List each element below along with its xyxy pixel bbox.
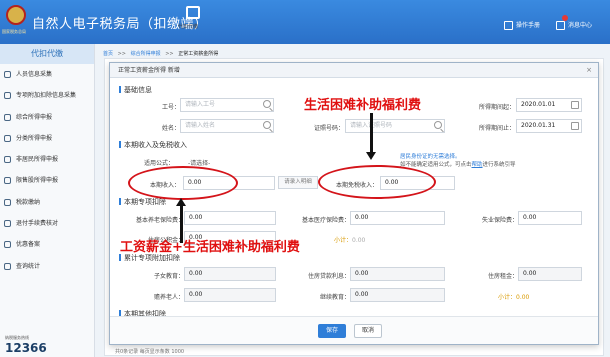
message-icon	[556, 21, 565, 30]
period-start-label: 所得期间起：	[478, 104, 515, 111]
gift-icon	[4, 241, 11, 249]
doc-icon	[4, 134, 11, 142]
sidebar-item-label: 综合所得申报	[16, 113, 53, 121]
annotation-top-text: 生活困难补助福利费	[304, 98, 422, 113]
name-input[interactable]: 请输入姓名	[180, 119, 274, 133]
cancel-button[interactable]: 取消	[354, 324, 382, 338]
sidebar-item-6[interactable]: 税款缴纳	[0, 192, 94, 213]
sidebar-item-2[interactable]: 综合所得申报	[0, 107, 94, 128]
work-id-label: 工号：	[161, 104, 180, 111]
search-icon[interactable]	[263, 100, 271, 108]
sidebar-item-label: 人员信息采集	[16, 71, 53, 78]
tax-emblem-icon	[6, 5, 26, 25]
sidebar-item-7[interactable]: 退付手续费核对	[0, 213, 94, 234]
dialog-footer: 保存 取消	[110, 316, 598, 344]
sidebar-item-label: 限售股所得申报	[16, 177, 59, 185]
withholding-icon	[186, 6, 200, 19]
sidebar-item-label: 优惠备案	[16, 241, 41, 249]
sidebar-item-label: 查询统计	[16, 262, 41, 270]
mortgage-input[interactable]: 0.00	[350, 267, 445, 281]
help-link[interactable]: 帮助	[472, 162, 483, 168]
breadcrumb-current: 正常工资薪金所得	[178, 51, 219, 57]
hint-id-card: 居民身份证的无需选择。	[400, 154, 461, 160]
top-bar: 国家税务总局 自然人电子税务局（扣缴端） 代扣代缴 操作手册 消息中心	[0, 0, 610, 44]
annotation-arrow-down	[370, 113, 373, 153]
check-icon	[4, 220, 11, 228]
annotation-circle-income	[128, 166, 238, 200]
breadcrumb-home[interactable]: 首页	[103, 51, 113, 57]
person-icon	[4, 71, 11, 78]
pagination-info: 共0条记录 每页显示条数 1000	[115, 349, 185, 355]
search-icon[interactable]	[263, 121, 271, 129]
rent-input[interactable]: 0.00	[518, 267, 582, 281]
sidebar-item-5[interactable]: 限售股所得申报	[0, 170, 94, 191]
rent-label: 住房租金：	[487, 273, 518, 280]
medical-label: 基本医疗保险费：	[301, 217, 350, 224]
breadcrumb: 首页 >> 综合所得申报 >> 正常工资薪金所得	[103, 51, 219, 57]
child-edu-input[interactable]: 0.00	[184, 267, 276, 281]
hint-formula-help: 如不能确定适用公式，可点击帮助进行系统引导	[400, 162, 516, 168]
special-subtotal: 小计：0.00	[334, 237, 366, 244]
sidebar-item-label: 分类所得申报	[16, 134, 53, 142]
chart-icon	[4, 262, 11, 270]
search-icon[interactable]	[434, 121, 442, 129]
message-badge	[562, 15, 568, 21]
period-start-input[interactable]: 2020.01.01	[516, 98, 582, 112]
period-end-input[interactable]: 2020.01.31	[516, 119, 582, 133]
pension-label: 基本养老保险费：	[135, 217, 184, 224]
sidebar-item-label: 专项附加扣除信息采集	[16, 92, 77, 100]
sidebar-heading: 代扣代缴	[0, 44, 94, 64]
calendar-icon[interactable]	[571, 101, 579, 109]
period-end-label: 所得期间止：	[478, 125, 515, 132]
sidebar-item-label: 退付手续费核对	[16, 220, 59, 228]
cert-no-input[interactable]: 请输入证照号码	[345, 119, 445, 133]
sidebar: 代扣代缴 人员信息采集专项附加扣除信息采集 综合所得申报 分类所得申报 非居民所得申报…	[0, 44, 95, 357]
mortgage-label: 住房贷款利息：	[307, 273, 350, 280]
medical-input[interactable]: 0.00	[350, 211, 445, 225]
save-button[interactable]: 保存	[318, 324, 346, 338]
cumulative-subtotal: 小计：0.00	[498, 294, 530, 301]
manual-icon	[504, 21, 513, 30]
continuing-edu-label: 继续教育：	[319, 294, 350, 301]
unemployment-label: 失业保险费：	[481, 217, 518, 224]
name-label: 姓名：	[161, 125, 180, 132]
dialog-title: 正常工资薪金所得 新增	[110, 63, 598, 78]
elder-label: 赡养老人：	[153, 294, 184, 301]
child-edu-label: 子女教育：	[153, 273, 184, 280]
section-income: 本期收入及免税收入	[119, 141, 187, 149]
sidebar-item-4[interactable]: 非居民所得申报	[0, 149, 94, 170]
annotation-bottom-text: 工资薪金+生活困难补助福利费	[120, 240, 300, 255]
sidebar-item-9[interactable]: 查询统计	[0, 256, 94, 277]
annotation-arrow-up-head	[176, 198, 186, 206]
manual-button[interactable]: 操作手册	[504, 20, 540, 30]
sidebar-item-3[interactable]: 分类所得申报	[0, 128, 94, 149]
sidebar-item-label: 非居民所得申报	[16, 156, 59, 164]
pension-input[interactable]: 0.00	[184, 211, 276, 225]
work-id-input[interactable]: 请输入工号	[180, 98, 274, 112]
message-center-button[interactable]: 消息中心	[556, 20, 592, 30]
withholding-tool-button[interactable]: 代扣代缴	[178, 6, 208, 30]
list-icon	[4, 92, 11, 100]
stock-icon	[4, 177, 11, 185]
close-icon[interactable]: ×	[586, 66, 592, 74]
elder-input[interactable]: 0.00	[184, 288, 276, 302]
sidebar-item-0[interactable]: 人员信息采集	[0, 64, 94, 85]
sidebar-item-8[interactable]: 优惠备案	[0, 234, 94, 255]
section-basic-info: 基础信息	[119, 86, 152, 94]
enter-detail-button[interactable]: 请录入明细	[278, 176, 318, 189]
annotation-arrow-down-head	[366, 152, 376, 160]
money-icon	[4, 198, 11, 206]
sidebar-item-1[interactable]: 专项附加扣除信息采集	[0, 85, 94, 106]
hotline-logo: 纳税服务热线 12366	[5, 335, 47, 355]
continuing-edu-input[interactable]: 0.00	[350, 288, 445, 302]
breadcrumb-comprehensive[interactable]: 综合所得申报	[131, 51, 161, 57]
emblem-caption: 国家税务总局	[2, 29, 26, 34]
cert-no-label: 证照号码：	[313, 125, 344, 132]
annotation-circle-exempt	[318, 165, 436, 199]
doc-icon	[4, 113, 11, 121]
unemployment-input[interactable]: 0.00	[518, 211, 582, 225]
sidebar-item-label: 税款缴纳	[16, 198, 41, 206]
calendar-icon[interactable]	[571, 122, 579, 130]
person-icon	[4, 156, 11, 164]
